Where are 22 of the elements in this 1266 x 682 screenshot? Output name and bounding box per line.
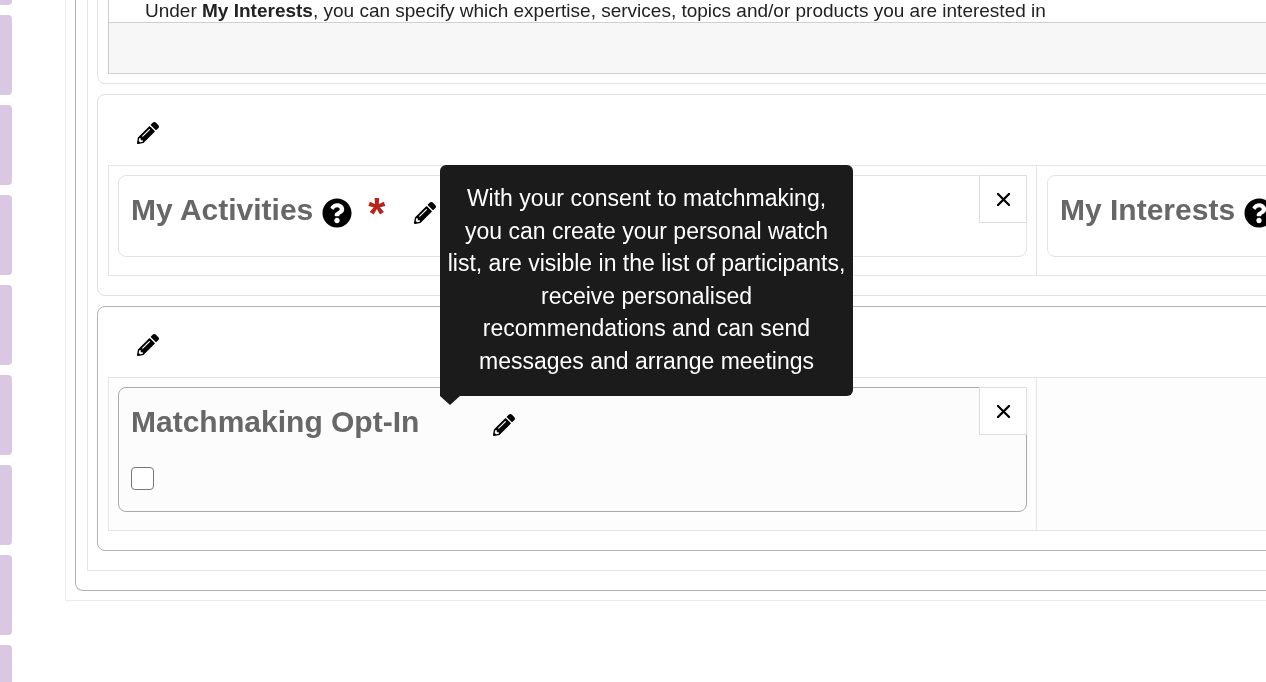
pencil-icon: [414, 202, 437, 224]
remove-button[interactable]: [979, 387, 1027, 435]
tooltip: With your consent to matchmaking, you can create your personal watch list, are visible in the list of participants, receive personalised recommendations and can send messages and arrange meetings: [440, 165, 853, 396]
required-mark: *: [368, 192, 386, 236]
close-icon: [996, 192, 1010, 206]
info-text: Under My Interests, you can specify which expertise, services, topics and/or products you are interested in: [145, 0, 1047, 22]
field-title: My Activities: [131, 192, 314, 228]
help-icon[interactable]: [1244, 198, 1266, 228]
pencil-icon: [137, 122, 159, 144]
tooltip-arrow-icon: [440, 396, 460, 405]
pencil-icon: [493, 414, 516, 436]
checkbox[interactable]: [131, 467, 154, 490]
field-title: Matchmaking Opt-In: [131, 404, 420, 440]
edit-button[interactable]: [414, 202, 437, 224]
pencil-icon: [137, 334, 159, 356]
edit-button[interactable]: [137, 122, 159, 144]
close-icon: [996, 404, 1010, 418]
field-title: My Interests: [1060, 192, 1236, 228]
remove-button[interactable]: [979, 175, 1027, 223]
help-icon[interactable]: [322, 198, 353, 228]
edit-button[interactable]: [137, 334, 159, 356]
edit-button[interactable]: [493, 414, 516, 436]
